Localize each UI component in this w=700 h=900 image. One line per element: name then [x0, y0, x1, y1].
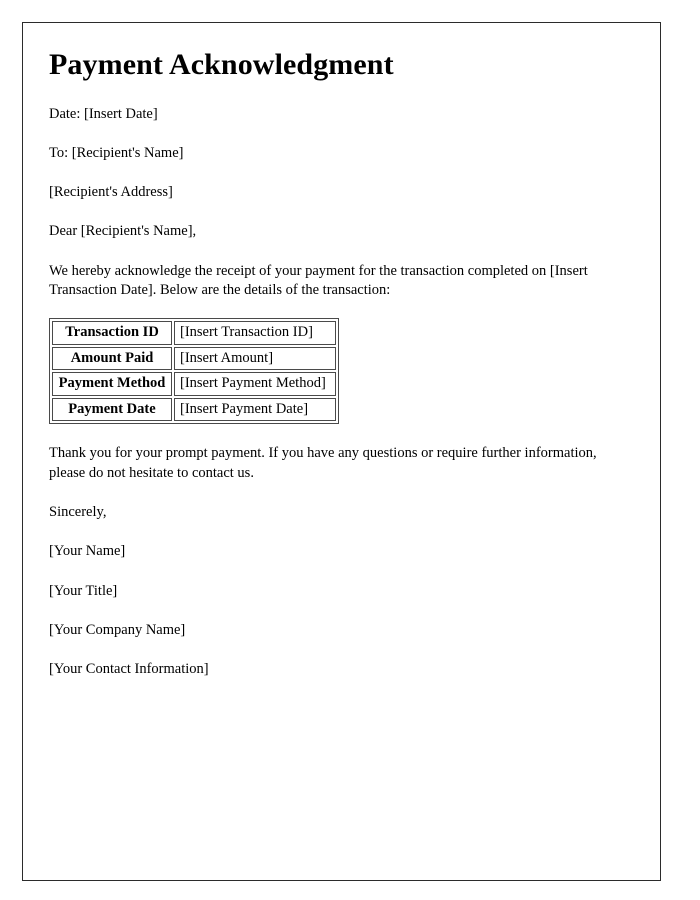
row-value: [Insert Payment Date] — [174, 397, 336, 422]
document-body: Payment Acknowledgment Date: [Insert Dat… — [23, 23, 660, 679]
signature-your-name: [Your Name] — [49, 543, 126, 560]
signature-your-title: [Your Title] — [49, 582, 118, 599]
table-row: Payment Method [Insert Payment Method] — [52, 372, 336, 396]
sign-off: Sincerely, — [49, 504, 107, 520]
intro-paragraph: We hereby acknowledge the receipt of you… — [49, 262, 588, 298]
signature-company-name: [Your Company Name] — [49, 621, 186, 638]
row-label: Transaction ID — [52, 321, 172, 345]
table-row: Payment Date [Insert Payment Date] — [52, 397, 336, 422]
row-value: [Insert Amount] — [174, 346, 336, 371]
row-label: Amount Paid — [52, 346, 172, 371]
closing-paragraph: Thank you for your prompt payment. If yo… — [49, 445, 597, 481]
row-label: Payment Date — [52, 397, 172, 422]
document-page: Payment Acknowledgment Date: [Insert Dat… — [22, 22, 661, 881]
salutation: Dear [Recipient's Name], — [49, 223, 197, 240]
row-value: [Insert Transaction ID] — [174, 321, 336, 345]
recipient-name-line: To: [Recipient's Name] — [49, 144, 184, 161]
transaction-details-body: Transaction ID [Insert Transaction ID] A… — [52, 321, 336, 422]
table-row: Transaction ID [Insert Transaction ID] — [52, 321, 336, 345]
signature-contact-information: [Your Contact Information] — [49, 661, 209, 678]
table-row: Amount Paid [Insert Amount] — [52, 346, 336, 371]
row-label: Payment Method — [52, 372, 172, 396]
row-value: [Insert Payment Method] — [174, 372, 336, 396]
transaction-details-table: Transaction ID [Insert Transaction ID] A… — [49, 318, 339, 425]
page-title: Payment Acknowledgment — [49, 48, 394, 81]
recipient-address-line: [Recipient's Address] — [49, 184, 173, 201]
date-line: Date: [Insert Date] — [49, 105, 158, 122]
